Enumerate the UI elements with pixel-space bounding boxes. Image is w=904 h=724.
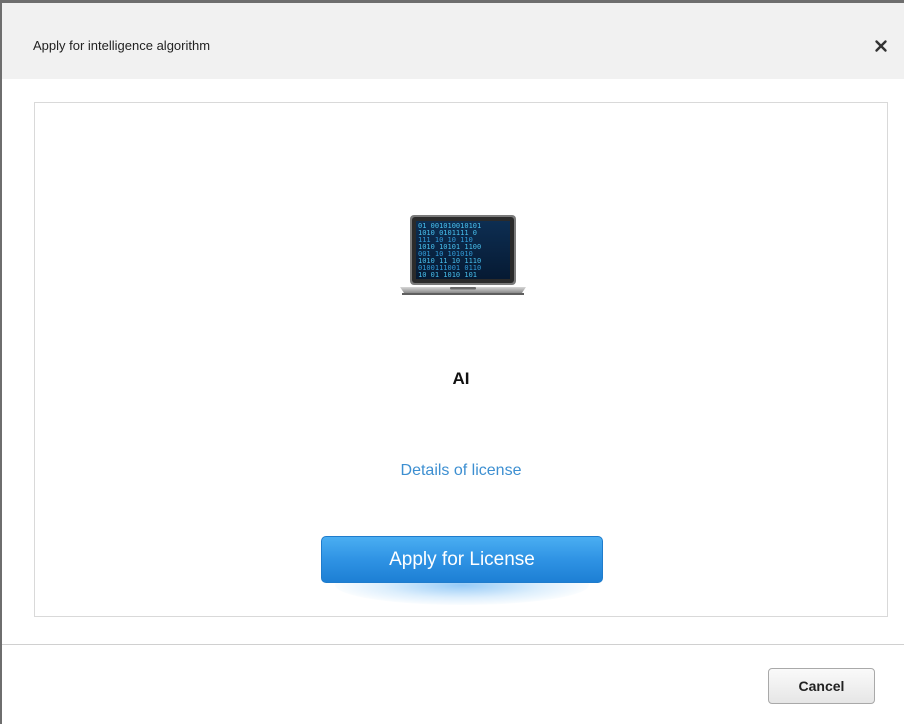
binary-laptop-icon: 01 001010010101 1010 0101111 0 111 10 10…	[400, 215, 526, 295]
svg-text:10 01 1010 101: 10 01 1010 101	[418, 271, 477, 279]
apply-algorithm-dialog: Apply for intelligence algorithm 01 0010…	[0, 0, 904, 724]
close-icon	[875, 40, 887, 52]
close-button[interactable]	[868, 33, 894, 59]
details-of-license-link[interactable]: Details of license	[35, 462, 887, 480]
footer-divider	[2, 644, 904, 645]
dialog-header: Apply for intelligence algorithm	[2, 3, 904, 79]
apply-for-license-button[interactable]: Apply for License	[321, 536, 603, 583]
cancel-button[interactable]: Cancel	[768, 668, 875, 704]
module-name: AI	[452, 369, 470, 388]
license-content-panel: 01 001010010101 1010 0101111 0 111 10 10…	[34, 102, 888, 617]
dialog-title: Apply for intelligence algorithm	[33, 38, 211, 53]
